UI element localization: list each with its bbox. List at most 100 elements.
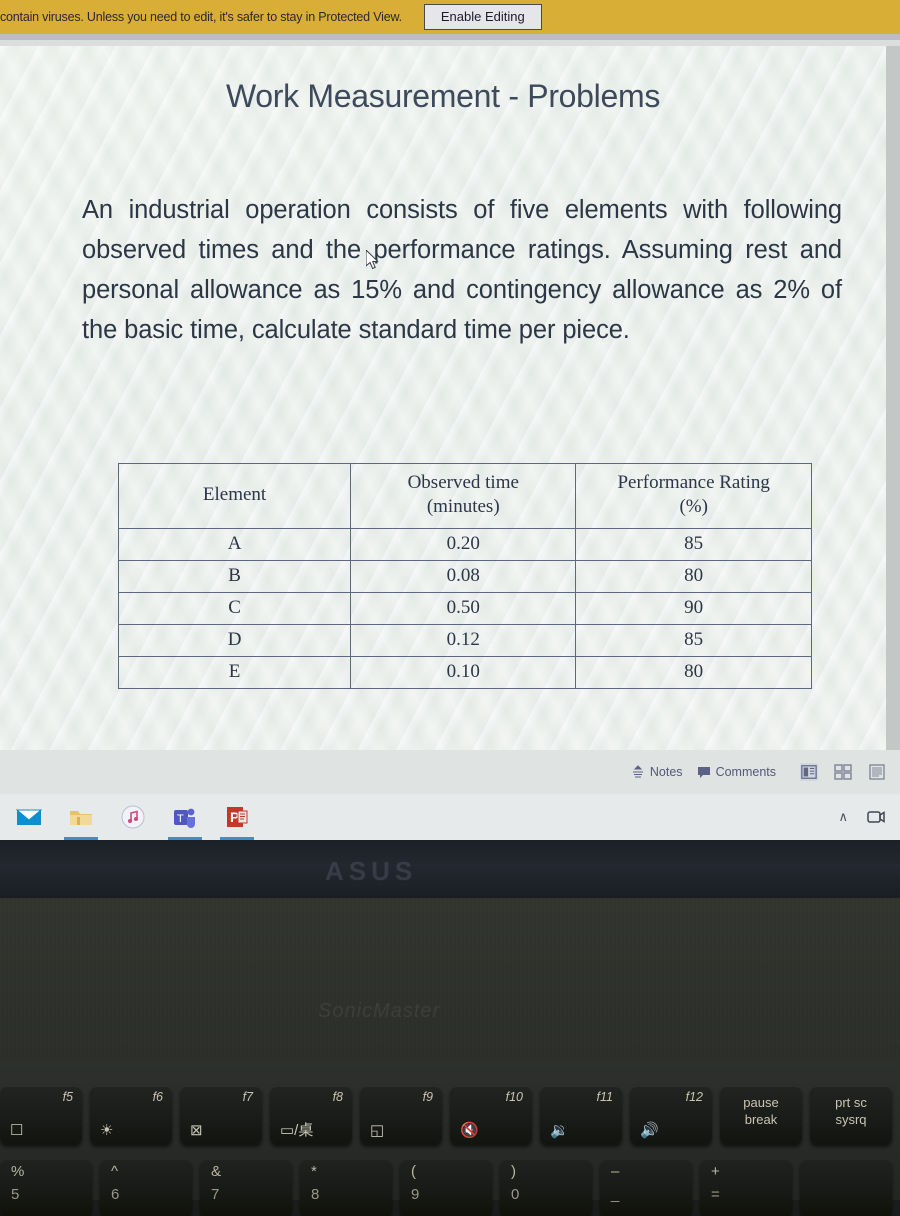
column-header-performance-rating: Performance Rating (%) xyxy=(575,463,812,529)
table-row: E 0.10 80 xyxy=(117,656,812,689)
laptop-palm-rest xyxy=(0,898,900,1060)
slide-title: Work Measurement - Problems xyxy=(225,78,661,114)
table-row: D 0.12 85 xyxy=(117,624,812,657)
view-switcher xyxy=(800,763,886,781)
file-explorer-icon[interactable] xyxy=(64,804,98,840)
key-label: f9 xyxy=(422,1090,433,1104)
f5-glyph-icon: ☐ xyxy=(10,1122,24,1139)
show-hidden-icons-chevron-up-icon[interactable]: ∧ xyxy=(838,809,848,825)
work-measurement-table: Element Observed time (minutes) Performa… xyxy=(117,463,812,689)
protected-view-message: contain viruses. Unless you need to edit… xyxy=(0,10,402,24)
key-shift-char: ( xyxy=(411,1163,416,1180)
key-label: f7 xyxy=(242,1090,253,1104)
key-shift-char: & xyxy=(211,1163,222,1180)
keyboard-number-row: % 5 ^ 6 & 7 * 8 ( 9 ) 0 – _ + = xyxy=(0,1160,900,1216)
key-f8[interactable]: f8 ▭/桌 xyxy=(270,1086,352,1144)
key-9[interactable]: ( 9 xyxy=(400,1160,492,1216)
asus-logo: ASUS xyxy=(325,856,418,886)
key-label: f11 xyxy=(596,1090,613,1104)
table-header-row: Element Observed time (minutes) Performa… xyxy=(117,463,812,529)
key-char: 0 xyxy=(511,1186,520,1203)
key-label: f8 xyxy=(332,1090,343,1104)
key-backspace[interactable] xyxy=(800,1160,892,1216)
system-tray: ∧ xyxy=(838,794,886,840)
comments-label: Comments xyxy=(715,765,776,779)
itunes-icon[interactable] xyxy=(120,804,146,830)
key-f6[interactable]: f6 ☀ xyxy=(90,1086,172,1144)
enable-editing-button[interactable]: Enable Editing xyxy=(423,4,542,30)
slide-body-text: An industrial operation consists of five… xyxy=(82,196,842,344)
reading-view-icon[interactable] xyxy=(868,763,886,781)
key-equals[interactable]: + = xyxy=(700,1160,792,1216)
key-shift-char: % xyxy=(11,1163,25,1180)
key-shift-char: ^ xyxy=(111,1163,119,1180)
key-f5[interactable]: f5 ☐ xyxy=(0,1086,82,1144)
laptop-screen: contain viruses. Unless you need to edit… xyxy=(0,0,900,840)
key-char: 7 xyxy=(211,1186,220,1203)
sonicmaster-logo: SonicMaster xyxy=(318,1000,441,1022)
key-char: = xyxy=(711,1186,720,1203)
cell-element: A xyxy=(117,528,352,561)
key-label: f10 xyxy=(505,1090,523,1104)
display-switch-icon: ▭/桌 xyxy=(280,1122,314,1139)
print-screen-key[interactable]: prt sc sysrq xyxy=(810,1086,892,1144)
key-5[interactable]: % 5 xyxy=(0,1160,92,1216)
key-7[interactable]: & 7 xyxy=(200,1160,292,1216)
key-6[interactable]: ^ 6 xyxy=(100,1160,192,1216)
powerpoint-icon[interactable]: P xyxy=(220,804,254,840)
table-row: A 0.20 85 xyxy=(117,528,812,561)
key-char: 5 xyxy=(11,1186,20,1203)
laptop-hinge: ASUS xyxy=(0,840,900,898)
cell-performance-rating: 90 xyxy=(575,592,812,625)
mail-icon[interactable] xyxy=(15,804,43,830)
key-line: pause xyxy=(743,1095,779,1110)
key-8[interactable]: * 8 xyxy=(300,1160,392,1216)
cell-performance-rating: 80 xyxy=(575,656,812,689)
key-label: f5 xyxy=(62,1090,73,1104)
key-0[interactable]: ) 0 xyxy=(500,1160,592,1216)
header-line: (minutes) xyxy=(426,496,500,517)
table-row: B 0.08 80 xyxy=(117,560,812,593)
cell-element: B xyxy=(117,560,352,593)
cell-observed-time: 0.12 xyxy=(350,624,577,657)
cell-observed-time: 0.50 xyxy=(350,592,577,625)
key-label: f6 xyxy=(152,1090,163,1104)
key-shift-char: + xyxy=(711,1163,720,1180)
key-char: _ xyxy=(611,1186,620,1203)
teams-icon[interactable]: T xyxy=(168,804,202,840)
key-f7[interactable]: f7 ⊠ xyxy=(180,1086,262,1144)
cell-element: C xyxy=(117,592,352,625)
pause-break-key[interactable]: pause break xyxy=(720,1086,802,1144)
cell-performance-rating: 85 xyxy=(575,624,812,657)
cell-element: E xyxy=(117,656,352,689)
key-line: prt sc xyxy=(835,1095,867,1110)
key-shift-char: – xyxy=(611,1163,620,1180)
display-off-icon: ⊠ xyxy=(190,1122,203,1139)
protected-view-banner: contain viruses. Unless you need to edit… xyxy=(0,0,900,34)
slide-sorter-icon[interactable] xyxy=(834,763,852,781)
notes-label: Notes xyxy=(649,765,683,779)
notes-button[interactable]: Notes xyxy=(631,765,683,779)
key-line: sysrq xyxy=(835,1112,867,1127)
normal-view-icon[interactable] xyxy=(800,763,818,781)
comments-button[interactable]: Comments xyxy=(697,765,776,779)
key-char: 9 xyxy=(411,1186,420,1203)
key-f9[interactable]: f9 ◱ xyxy=(360,1086,442,1144)
touchpad-toggle-icon: ◱ xyxy=(370,1122,385,1139)
cell-observed-time: 0.08 xyxy=(350,560,577,593)
key-f12[interactable]: f12 🔊 xyxy=(630,1086,712,1144)
comment-icon xyxy=(697,766,710,778)
key-f10[interactable]: f10 🔇 xyxy=(450,1086,532,1144)
column-header-observed-time: Observed time (minutes) xyxy=(350,463,577,529)
volume-up-icon: 🔊 xyxy=(640,1122,659,1139)
powerpoint-status-bar: Notes Comments xyxy=(0,750,900,794)
camera-icon[interactable] xyxy=(866,807,886,827)
cell-observed-time: 0.20 xyxy=(350,528,577,561)
key-label: f12 xyxy=(685,1090,703,1104)
print-screen-label: prt sc sysrq xyxy=(810,1094,892,1128)
work-measurement-table-wrapper[interactable]: Element Observed time (minutes) Performa… xyxy=(117,463,812,689)
header-line: Observed time xyxy=(407,472,519,493)
key-minus[interactable]: – _ xyxy=(600,1160,692,1216)
slide-right-margin xyxy=(886,46,900,750)
key-f11[interactable]: f11 🔉 xyxy=(540,1086,622,1144)
